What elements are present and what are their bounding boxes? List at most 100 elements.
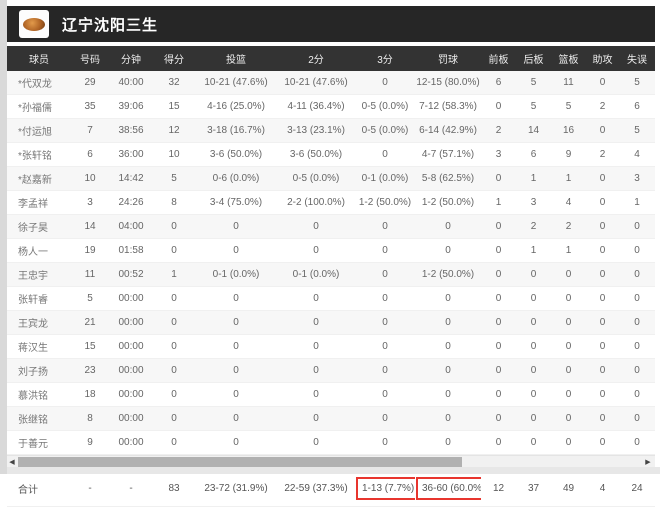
stat-cell-rebounds: 2 [551,215,586,239]
stat-cell-number: 35 [71,95,109,119]
stat-cell-points: 0 [153,215,195,239]
table-row: *赵嘉新1014:4250-6 (0.0%)0-5 (0.0%)0-1 (0.0… [7,167,655,191]
stat-cell-turnovers: 5 [619,71,655,95]
stat-cell-def-rebounds: 0 [516,431,551,455]
stat-cell-points: 0 [153,431,195,455]
stat-cell-ft: 0 [415,215,481,239]
stat-cell-points: 0 [153,239,195,263]
stat-cell-ft: 6-14 (42.9%) [415,119,481,143]
stat-cell-turnovers: 4 [619,143,655,167]
totals-table: 合计--8323-72 (31.9%)22-59 (37.3%)1-13 (7.… [7,469,655,507]
player-name: 王忠宇 [7,263,71,287]
player-name: 慕洪铭 [7,383,71,407]
column-header-minutes: 分钟 [109,46,153,71]
total-cell-def-rebounds: 37 [516,470,551,507]
stat-cell-number: 8 [71,407,109,431]
stat-cell-ft: 4-7 (57.1%) [415,143,481,167]
stat-cell-2pt: 0 [277,239,355,263]
stat-cell-3pt: 1-2 (50.0%) [355,191,415,215]
player-name: *赵嘉新 [7,167,71,191]
stat-cell-3pt: 0 [355,335,415,359]
stat-cell-assists: 0 [586,263,619,287]
stat-cell-def-rebounds: 1 [516,239,551,263]
stat-cell-turnovers: 6 [619,95,655,119]
stat-cell-points: 1 [153,263,195,287]
stat-cell-number: 5 [71,287,109,311]
stat-cell-turnovers: 0 [619,215,655,239]
stat-cell-2pt: 0 [277,359,355,383]
stat-cell-assists: 0 [586,215,619,239]
stat-cell-minutes: 00:00 [109,287,153,311]
stat-cell-turnovers: 0 [619,263,655,287]
stat-cell-turnovers: 0 [619,407,655,431]
stat-cell-3pt: 0 [355,239,415,263]
total-cell-turnovers: 24 [619,470,655,507]
table-row: *付运旭738:56123-18 (16.7%)3-13 (23.1%)0-5 … [7,119,655,143]
stat-cell-2pt: 10-21 (47.6%) [277,71,355,95]
stat-cell-minutes: 00:00 [109,383,153,407]
table-row: 杨人一1901:580000001100 [7,239,655,263]
box-score-table: 球员号码分钟得分投篮2分3分罚球前板后板篮板助攻失误 *代双龙2940:0032… [7,46,655,455]
total-cell-number: - [71,470,109,507]
player-name: *张轩铭 [7,143,71,167]
stat-cell-minutes: 38:56 [109,119,153,143]
stat-cell-ft: 1-2 (50.0%) [415,191,481,215]
stat-cell-2pt: 0 [277,335,355,359]
stat-cell-rebounds: 0 [551,431,586,455]
stat-cell-rebounds: 0 [551,263,586,287]
stat-cell-turnovers: 1 [619,191,655,215]
stats-panel: 辽宁沈阳三生 球员号码分钟得分投篮2分3分罚球前板后板篮板助攻失误 *代双龙29… [7,0,655,507]
stat-cell-ft: 0 [415,383,481,407]
stat-cell-off-rebounds: 0 [481,287,516,311]
stat-cell-off-rebounds: 0 [481,167,516,191]
total-cell-rebounds: 49 [551,470,586,507]
stat-cell-minutes: 04:00 [109,215,153,239]
stat-cell-points: 0 [153,359,195,383]
stat-cell-def-rebounds: 14 [516,119,551,143]
player-name: 王宾龙 [7,311,71,335]
stat-cell-fg: 0 [195,287,277,311]
stat-cell-2pt: 0-1 (0.0%) [277,263,355,287]
table-row: 王宾龙2100:000000000000 [7,311,655,335]
stat-cell-assists: 0 [586,71,619,95]
stat-cell-number: 6 [71,143,109,167]
stat-cell-rebounds: 1 [551,167,586,191]
stat-cell-turnovers: 0 [619,287,655,311]
stat-cell-minutes: 14:42 [109,167,153,191]
player-name: 蒋汉生 [7,335,71,359]
column-header-assists: 助攻 [586,46,619,71]
stat-cell-off-rebounds: 0 [481,239,516,263]
stat-cell-3pt: 0 [355,143,415,167]
stat-cell-turnovers: 0 [619,431,655,455]
highlight-red-box: 36-60 (60.0%) [416,477,481,500]
stat-cell-ft: 0 [415,431,481,455]
stat-cell-fg: 10-21 (47.6%) [195,71,277,95]
column-header-ft: 罚球 [415,46,481,71]
stat-cell-rebounds: 16 [551,119,586,143]
stat-cell-fg: 0 [195,335,277,359]
stat-cell-minutes: 40:00 [109,71,153,95]
column-header-3pt: 3分 [355,46,415,71]
stat-cell-off-rebounds: 6 [481,71,516,95]
player-name: *孙福儒 [7,95,71,119]
stat-cell-number: 3 [71,191,109,215]
stat-cell-ft: 12-15 (80.0%) [415,71,481,95]
stat-cell-3pt: 0-1 (0.0%) [355,167,415,191]
stat-cell-ft: 0 [415,359,481,383]
stat-cell-ft: 0 [415,335,481,359]
stat-cell-off-rebounds: 0 [481,95,516,119]
stat-cell-3pt: 0 [355,287,415,311]
stat-cell-ft: 0 [415,407,481,431]
stat-cell-fg: 0 [195,215,277,239]
stat-cell-2pt: 0 [277,215,355,239]
stat-cell-off-rebounds: 0 [481,311,516,335]
column-header-rebounds: 篮板 [551,46,586,71]
page-bottom-edge [7,467,660,474]
stat-cell-ft: 0 [415,239,481,263]
stat-cell-rebounds: 11 [551,71,586,95]
stat-cell-turnovers: 0 [619,335,655,359]
stat-cell-rebounds: 0 [551,287,586,311]
player-name: *代双龙 [7,71,71,95]
stat-cell-turnovers: 0 [619,311,655,335]
stat-cell-points: 8 [153,191,195,215]
